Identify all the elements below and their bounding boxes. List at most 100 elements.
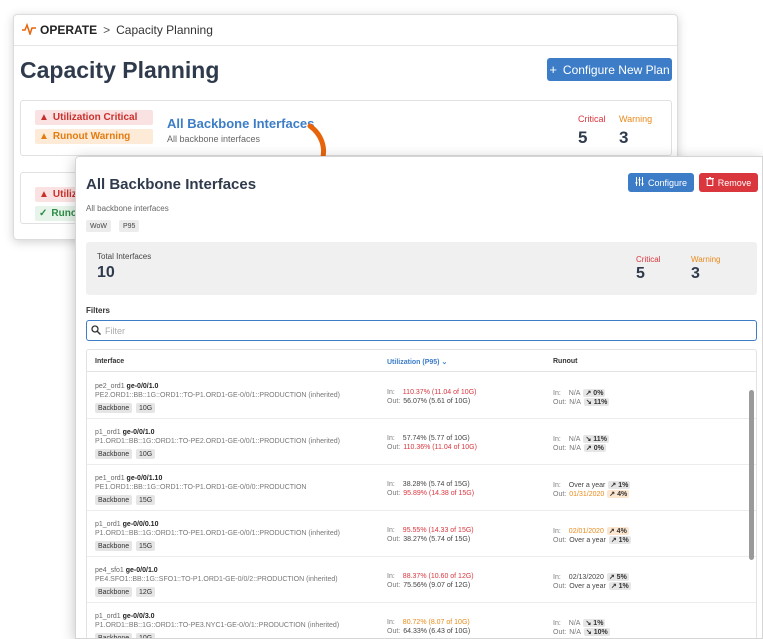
interface-description: PE1.ORD1::BB::1G::ORD1::TO-P1.ORD1-GE-0/… [95, 484, 307, 491]
utilization-critical-badge: ▲ Utilization Critical [35, 110, 153, 125]
critical-count: 5 [578, 128, 588, 147]
utilization-out: Out: 38.27% (5.74 of 15G) [387, 536, 470, 543]
column-utilization[interactable]: Utilization (P95) ⌄ [387, 358, 447, 366]
plan-card[interactable]: ▲ Utilization Critical ▲ Runout Warning … [20, 100, 672, 156]
trend-badge: ↗ 0% [583, 444, 606, 452]
trend-badge: ↘ 11% [583, 435, 609, 443]
port-name: ge-0/0/1.0 [122, 429, 155, 436]
interface-tag: 15G [136, 495, 156, 505]
page-title: Capacity Planning [20, 57, 220, 83]
configure-button[interactable]: Configure [628, 173, 694, 192]
port-name: ge-0/0/1.0 [126, 383, 159, 390]
warning-triangle-icon: ▲ [39, 131, 49, 142]
warning-label: Warning [691, 255, 721, 264]
runout-in-value: N/A [568, 390, 581, 397]
utilization-in: In: 57.74% (5.77 of 10G) [387, 435, 470, 442]
runout-warning-badge: ▲ Runout Warning [35, 129, 153, 144]
breadcrumb-current: Capacity Planning [116, 23, 213, 37]
configure-new-plan-label: Configure New Plan [562, 62, 670, 77]
scrollbar[interactable] [749, 390, 754, 560]
utilization-out: Out: 56.07% (5.61 of 10G) [387, 398, 470, 405]
brand-name[interactable]: OPERATE [40, 23, 97, 37]
trash-icon [705, 177, 714, 188]
trend-badge: ↘ 10% [583, 628, 610, 636]
in-label: In: [387, 573, 395, 580]
in-label: In: [553, 574, 561, 581]
pulse-icon[interactable] [22, 22, 36, 38]
filter-input[interactable]: Filter [86, 320, 757, 341]
interface-tag: 10G [136, 449, 156, 459]
utilization-out: Out: 75.56% (9.07 of 12G) [387, 582, 470, 589]
table-row[interactable]: p1_ord1 ge-0/0/3.0 P1.ORD1::BB::1G::ORD1:… [87, 603, 756, 638]
port-name: ge-0/0/1.0 [125, 567, 158, 574]
runout-in: In: 02/13/2020 ↗ 5% [553, 573, 629, 581]
trend-value: 0% [593, 390, 604, 397]
trend-badge: ↗ 0% [583, 389, 606, 397]
utilization-in-value: 110.37% (11.04 of 10G) [402, 389, 477, 396]
trend-value: 5% [616, 574, 627, 581]
interface-description: PE4.SFO1::BB::1G::SFO1::TO-P1.ORD1-GE-0/… [95, 576, 338, 583]
table-row[interactable]: pe4_sfo1 ge-0/0/1.0 PE4.SFO1::BB::1G::SFO… [87, 557, 756, 603]
in-label: In: [553, 482, 561, 489]
host-name: p1_ord1 [95, 613, 121, 620]
critical-label: Critical [636, 255, 661, 264]
table-row[interactable]: p1_ord1 ge-0/0/0.10 P1.ORD1::BB::1G::ORD1… [87, 511, 756, 557]
runout-in: In: N/A ↘ 11% [553, 435, 609, 443]
trend-value: 1% [618, 482, 629, 489]
interface-description: PE2.ORD1::BB::1G::ORD1::TO-P1.ORD1-GE-0/… [95, 392, 340, 399]
utilization-in: In: 80.72% (8.07 of 10G) [387, 619, 470, 626]
utilization-out-value: 38.27% (5.74 of 15G) [403, 536, 471, 543]
out-label: Out: [387, 398, 401, 405]
runout-in-value: N/A [568, 620, 581, 627]
warning-count: 3 [619, 128, 629, 147]
column-interface[interactable]: Interface [95, 358, 124, 365]
interface-tag: 12G [136, 587, 156, 597]
utilization-in: In: 38.28% (5.74 of 15G) [387, 481, 470, 488]
table-row[interactable]: pe2_ord1 ge-0/0/1.0 PE2.ORD1::BB::1G::ORD… [87, 373, 756, 419]
trend-value: 1% [593, 620, 604, 627]
runout-out-value: 01/31/2020 [569, 491, 605, 498]
utilization-out-value: 56.07% (5.61 of 10G) [403, 398, 471, 405]
remove-label: Remove [717, 177, 752, 188]
plan-detail-panel: All Backbone Interfaces All backbone int… [75, 156, 763, 639]
trend-arrow-icon: ↗ [585, 445, 592, 452]
interface-name: p1_ord1 ge-0/0/0.10 [95, 521, 158, 528]
interface-tag: Backbone [95, 495, 133, 505]
remove-button[interactable]: Remove [699, 173, 758, 192]
out-label: Out: [553, 399, 567, 406]
runout-in: In: N/A ↗ 0% [553, 389, 606, 397]
trend-badge: ↗ 4% [607, 490, 630, 498]
trend-badge: ↗ 1% [608, 481, 631, 489]
runout-in: In: Over a year ↗ 1% [553, 481, 631, 489]
interface-description: P1.ORD1::BB::1G::ORD1::TO-PE3.NYC1-GE-0/… [95, 622, 340, 629]
runout-out-value: Over a year [569, 583, 606, 590]
utilization-out: Out: 110.36% (11.04 of 10G) [387, 444, 477, 451]
detail-title: All Backbone Interfaces [86, 176, 257, 193]
host-name: p1_ord1 [95, 429, 121, 436]
column-runout[interactable]: Runout [553, 358, 578, 365]
table-row[interactable]: pe1_ord1 ge-0/0/1.10 PE1.ORD1::BB::1G::OR… [87, 465, 756, 511]
in-label: In: [387, 619, 395, 626]
trend-arrow-icon: ↗ [610, 482, 617, 489]
runout-in: In: 02/01/2020 ↗ 4% [553, 527, 629, 535]
trend-value: 1% [618, 537, 629, 544]
configure-new-plan-button[interactable]: + Configure New Plan [547, 58, 672, 81]
trend-value: 10% [593, 629, 608, 636]
utilization-out-value: 64.33% (6.43 of 10G) [403, 628, 471, 635]
tag-p95: P95 [119, 220, 140, 232]
utilization-in-value: 88.37% (10.60 of 12G) [402, 573, 474, 580]
check-icon: ✓ [39, 208, 48, 219]
interfaces-table: Interface Utilization (P95) ⌄ Runout pe2_… [86, 349, 757, 638]
interface-tag: Backbone [95, 587, 133, 597]
interface-tag: Backbone [95, 403, 133, 413]
trend-arrow-icon: ↗ [610, 583, 617, 590]
table-row[interactable]: p1_ord1 ge-0/0/1.0 P1.ORD1::BB::1G::ORD1:… [87, 419, 756, 465]
utilization-in-value: 95.55% (14.33 of 15G) [402, 527, 474, 534]
runout-out: Out: N/A ↗ 0% [553, 444, 606, 452]
utilization-in: In: 88.37% (10.60 of 12G) [387, 573, 474, 580]
utilization-in-value: 80.72% (8.07 of 10G) [402, 619, 470, 626]
runout-in: In: N/A ↘ 1% [553, 619, 606, 627]
trend-value: 1% [618, 583, 629, 590]
warning-triangle-icon: ▲ [39, 112, 49, 123]
in-label: In: [553, 620, 561, 627]
